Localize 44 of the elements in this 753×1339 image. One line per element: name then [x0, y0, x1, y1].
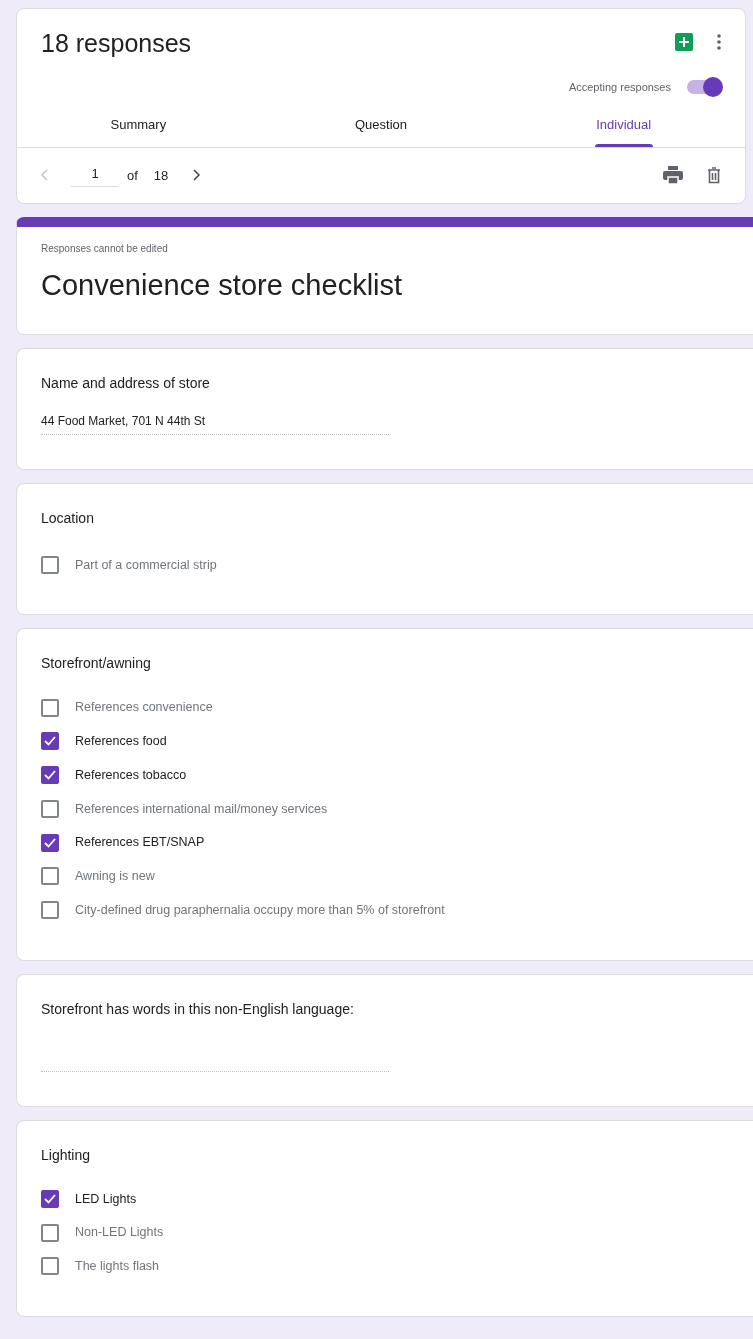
question-title: Lighting [41, 1145, 92, 1165]
of-label: of [127, 166, 138, 185]
edit-notice: Responses cannot be edited [41, 242, 169, 256]
next-icon[interactable] [192, 169, 201, 182]
print-icon[interactable] [663, 166, 683, 185]
page-number-field[interactable]: 1 [71, 163, 119, 187]
option-label: Non-LED Lights [75, 1224, 164, 1242]
checkbox[interactable] [41, 732, 59, 751]
checkbox[interactable] [41, 833, 59, 852]
accepting-toggle[interactable] [687, 79, 721, 94]
option-label: References food [75, 733, 167, 750]
option-label: References international mail/money services [75, 800, 328, 818]
option-label: Part of a commercial strip [75, 556, 217, 574]
checkbox[interactable] [41, 698, 59, 717]
checkbox[interactable] [41, 901, 59, 920]
checkbox[interactable] [41, 555, 59, 574]
tab[interactable]: Summary [17, 103, 260, 147]
question-title: Storefront has words in this non-English language: [41, 999, 355, 1019]
checkbox[interactable] [41, 1223, 59, 1242]
option-label: LED Lights [75, 1190, 137, 1208]
checkbox[interactable] [41, 1189, 59, 1208]
form-title: Convenience store checklist [41, 268, 404, 303]
page-total: 18 [153, 166, 169, 185]
page-title: 18 responses [41, 28, 192, 59]
checkbox[interactable] [41, 1257, 59, 1276]
option-label: References convenience [75, 699, 213, 717]
checkbox[interactable] [41, 867, 59, 886]
question-title: Name and address of store [41, 373, 211, 393]
question-title: Storefront/awning [41, 654, 152, 674]
question-title: Location [41, 508, 95, 528]
answer-field: 44 Food Market, 701 N 44th St [41, 411, 389, 435]
checkbox[interactable] [41, 799, 59, 818]
option-label: References tobacco [75, 766, 187, 784]
tab[interactable]: Individual [502, 103, 745, 147]
option-label: City-defined drug paraphernalia occupy more than 5% of storefront [75, 901, 445, 919]
option-label: The lights flash [75, 1258, 160, 1275]
more-icon[interactable] [717, 34, 721, 50]
tab[interactable]: Question [259, 103, 503, 147]
option-label: References EBT/SNAP [75, 834, 205, 852]
checkbox[interactable] [41, 766, 59, 785]
spreadsheet-icon[interactable] [675, 33, 693, 51]
option-label: Awning is new [75, 868, 155, 885]
delete-icon[interactable] [707, 166, 721, 184]
accepting-label: Accepting responses [568, 79, 671, 95]
